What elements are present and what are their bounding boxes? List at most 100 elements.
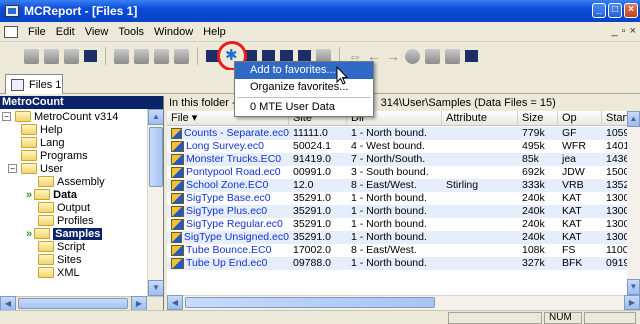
cell-dir: 1 - North bound. (351, 218, 427, 230)
cell-size: 240k (522, 231, 545, 243)
undo-icon[interactable] (174, 48, 189, 64)
folder-icon (15, 111, 31, 122)
grid-vertical-scrollbar[interactable]: ▲ ▼ (627, 111, 640, 295)
menu-add-to-favorites[interactable]: Add to favorites... (235, 62, 373, 79)
scroll-thumb[interactable] (149, 127, 163, 187)
cell-op: VRB (562, 179, 584, 191)
column-header-size[interactable]: Size (518, 111, 558, 126)
table-row[interactable]: Monster Trucks.EC0 91419.0 7 - North/South… (167, 153, 627, 166)
tree-node-samples[interactable]: » Samples (26, 227, 103, 240)
tree-node-lang[interactable]: Lang (21, 136, 64, 149)
table-row[interactable]: SigType Base.ec0 35291.0 1 - North bound. 2… (167, 192, 627, 205)
tree-node-user[interactable]: − User (8, 162, 63, 175)
menu-window[interactable]: Window (149, 26, 198, 38)
menu-view[interactable]: View (80, 26, 114, 38)
mdi-controls: _ ▫ × (612, 25, 636, 37)
tree-node-script[interactable]: Script (38, 240, 85, 253)
tree-node-output[interactable]: Output (38, 201, 90, 214)
save-icon[interactable] (24, 48, 39, 64)
grid-horizontal-scrollbar[interactable]: ◀ ▶ (167, 295, 640, 310)
report-icon[interactable] (84, 50, 97, 62)
tree-node-programs[interactable]: Programs (21, 149, 88, 162)
scroll-up-icon[interactable]: ▲ (148, 109, 163, 125)
home-icon[interactable] (445, 48, 460, 64)
cell-site: 35291.0 (293, 205, 331, 217)
tree-node-assembly[interactable]: Assembly (38, 175, 105, 188)
collapse-icon[interactable]: − (8, 164, 17, 173)
cell-site: 35291.0 (293, 218, 331, 230)
scroll-left-icon[interactable]: ◀ (0, 296, 16, 311)
document-icon[interactable] (4, 25, 18, 38)
copy-icon[interactable] (114, 48, 129, 64)
tree-header: MetroCount (0, 96, 163, 109)
print-preview-icon[interactable] (64, 48, 79, 64)
table-row[interactable]: Long Survey.ec0 50024.1 4 - West bound. 495… (167, 140, 627, 153)
column-header-attribute[interactable]: Attribute (442, 111, 518, 126)
scroll-down-icon[interactable]: ▼ (627, 279, 640, 295)
cell-op: KAT (562, 231, 582, 243)
table-row[interactable]: Pontypool Road.ec0 00991.0 3 - South bound… (167, 166, 627, 179)
favorites-menu: Add to favorites... Organize favorites..… (234, 61, 374, 117)
arrow-forward-icon[interactable]: → (386, 48, 400, 64)
menu-help[interactable]: Help (198, 26, 231, 38)
cell-size: 108k (522, 244, 545, 256)
data-file-icon (171, 141, 184, 152)
chart-icon[interactable] (154, 48, 169, 64)
column-header-start[interactable]: Start (602, 111, 627, 126)
tree-node-xml[interactable]: XML (38, 266, 80, 279)
collapse-icon[interactable]: − (2, 112, 11, 121)
tree-horizontal-scrollbar[interactable]: ◀ ▶ (0, 296, 163, 311)
tree-node-metrocount[interactable]: − MetroCount v314 (2, 110, 118, 123)
table-row[interactable]: School Zone.EC0 12.0 8 - East/West. Stirlin… (167, 179, 627, 192)
menu-tools[interactable]: Tools (113, 26, 149, 38)
folder-up-icon[interactable] (465, 50, 478, 62)
table-row[interactable]: Tube Up End.ec0 09788.0 1 - North bound. 32… (167, 257, 627, 270)
close-button[interactable]: × (624, 3, 638, 18)
tree-vertical-scrollbar[interactable]: ▲ ▼ (147, 109, 163, 296)
cell-size: 240k (522, 192, 545, 204)
menu-organize-favorites[interactable]: Organize favorites... (235, 79, 373, 96)
folder-icon (38, 215, 54, 226)
tree-node-profiles[interactable]: Profiles (38, 214, 94, 227)
maximize-button[interactable]: □ (608, 3, 622, 18)
cell-size: 779k (522, 127, 545, 139)
scroll-right-icon[interactable]: ▶ (624, 295, 640, 310)
tree-node-data[interactable]: » Data (26, 188, 77, 201)
table-row[interactable]: SigType Regular.ec0 35291.0 1 - North boun… (167, 218, 627, 231)
mdi-restore-icon[interactable]: ▫ (622, 25, 626, 37)
column-header-op[interactable]: Op (558, 111, 602, 126)
tab-files-1[interactable]: Files 1 (5, 74, 63, 94)
stop-icon[interactable] (405, 48, 420, 64)
cell-dir: 1 - North bound. (351, 231, 427, 243)
refresh-icon[interactable] (425, 48, 440, 64)
paste-icon[interactable] (134, 48, 149, 64)
scroll-thumb[interactable] (185, 297, 435, 308)
menu-favorite-mte-user-data[interactable]: 0 MTE User Data (235, 99, 373, 116)
print-icon[interactable] (44, 48, 59, 64)
table-row[interactable]: Tube Bounce.EC0 17002.0 8 - East/West. 108k… (167, 244, 627, 257)
table-row[interactable]: Counts - Separate.ec0 11111.0 1 - North bo… (167, 127, 627, 140)
scroll-left-icon[interactable]: ◀ (167, 295, 183, 310)
folder-tree: − MetroCount v314 Help Lang Programs − Use… (0, 109, 163, 296)
scroll-down-icon[interactable]: ▼ (148, 280, 163, 296)
menu-separator (237, 97, 371, 98)
folder-icon (34, 189, 51, 200)
tree-node-sites[interactable]: Sites (38, 253, 81, 266)
menu-bar: File Edit View Tools Window Help _ ▫ × (0, 22, 640, 42)
menu-file[interactable]: File (23, 26, 51, 38)
table-row[interactable]: SigType Plus.ec0 35291.0 1 - North bound. 2… (167, 205, 627, 218)
cell-attribute (442, 244, 518, 257)
menu-edit[interactable]: Edit (51, 26, 80, 38)
data-file-icon (171, 219, 184, 230)
minimize-button[interactable]: _ (592, 3, 606, 18)
mdi-close-icon[interactable]: × (630, 25, 636, 37)
data-file-icon (171, 128, 182, 139)
scroll-right-icon[interactable]: ▶ (131, 296, 147, 311)
scroll-up-icon[interactable]: ▲ (627, 111, 640, 127)
tree-node-help[interactable]: Help (21, 123, 63, 136)
table-row[interactable]: SigType Unsigned.ec0 35291.0 1 - North bou… (167, 231, 627, 244)
folder-icon (21, 137, 37, 148)
mdi-minimize-icon[interactable]: _ (612, 25, 618, 37)
scroll-thumb[interactable] (18, 298, 128, 309)
cell-file: SigType Base.ec0 (167, 192, 289, 205)
